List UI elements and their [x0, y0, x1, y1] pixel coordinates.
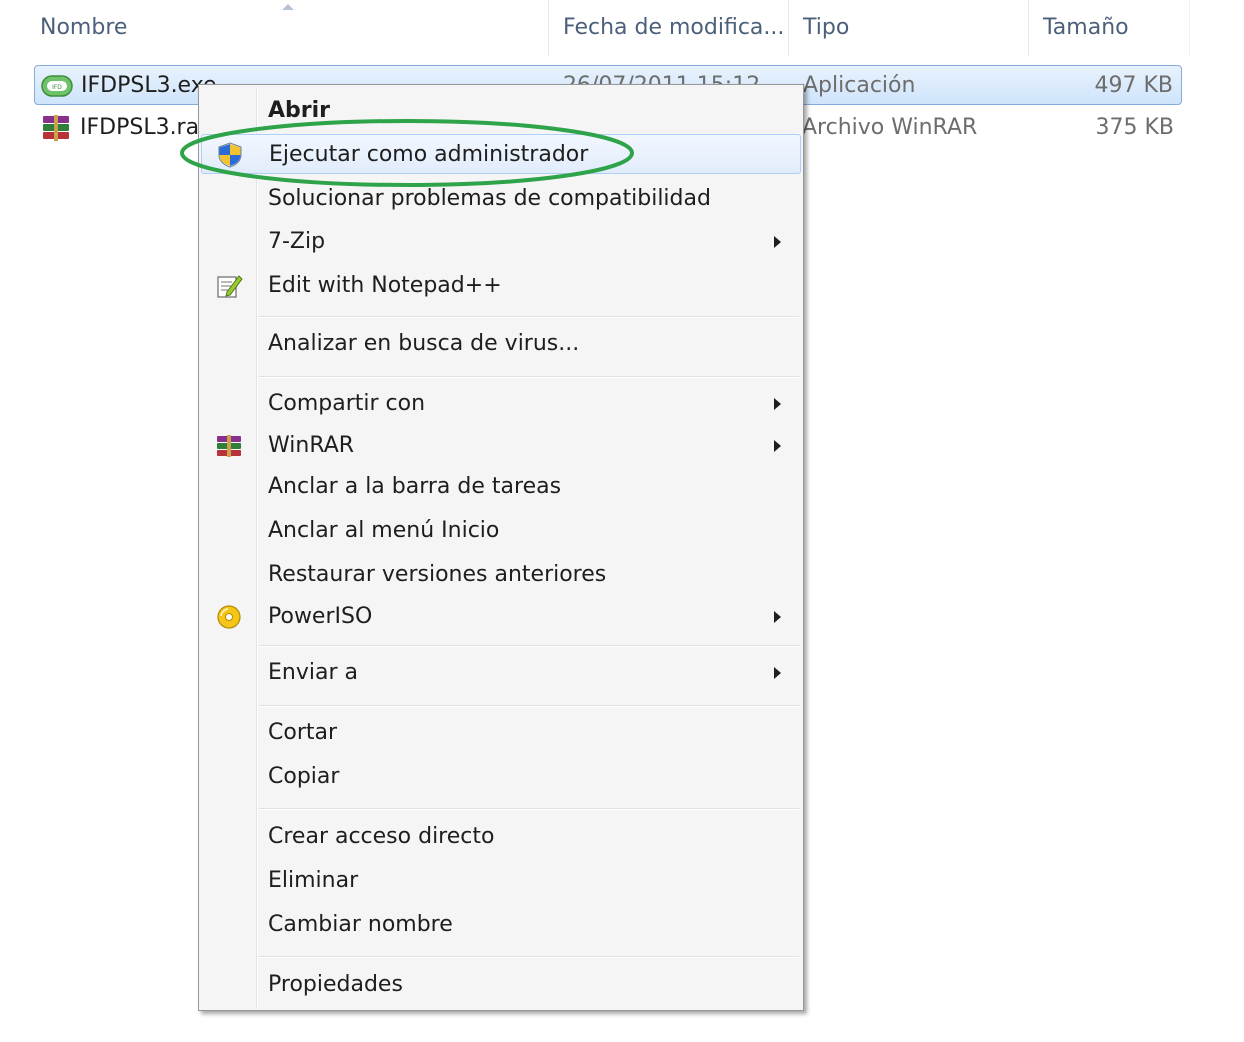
- menu-item-label: Cambiar nombre: [268, 912, 453, 937]
- menu-item-abrir[interactable]: Abrir: [201, 91, 801, 131]
- menu-item-label: PowerISO: [268, 604, 373, 629]
- menu-item-label: Anclar al menú Inicio: [268, 518, 500, 543]
- menu-item-7zip[interactable]: 7-Zip: [201, 222, 801, 262]
- context-menu: Abrir Ejecutar como administrador Soluci…: [198, 84, 804, 1011]
- column-date-header[interactable]: Fecha de modifica...: [549, 0, 789, 56]
- menu-item-label: Edit with Notepad++: [268, 273, 502, 298]
- menu-item-label: Anclar a la barra de tareas: [268, 474, 562, 499]
- file-name: IFDPSL3.rar: [80, 115, 209, 140]
- menu-item-solucionar-problemas[interactable]: Solucionar problemas de compatibilidad: [201, 179, 801, 219]
- menu-item-restaurar-versiones[interactable]: Restaurar versiones anteriores: [201, 555, 801, 595]
- menu-item-label: 7-Zip: [268, 229, 326, 254]
- poweriso-icon: [217, 605, 241, 629]
- menu-item-label: Cortar: [268, 720, 338, 745]
- file-size: 497 KB: [1094, 73, 1173, 98]
- menu-separator: [259, 705, 799, 707]
- menu-item-eliminar[interactable]: Eliminar: [201, 861, 801, 901]
- svg-text:IFD: IFD: [52, 84, 62, 91]
- menu-item-label: WinRAR: [268, 433, 355, 458]
- menu-item-label: Crear acceso directo: [268, 824, 495, 849]
- file-type: Aplicación: [803, 73, 916, 98]
- submenu-arrow-icon: [774, 440, 781, 452]
- menu-item-cambiar-nombre[interactable]: Cambiar nombre: [201, 905, 801, 945]
- winrar-icon: [217, 435, 241, 457]
- column-name-header[interactable]: Nombre: [26, 0, 549, 56]
- menu-item-label: Abrir: [268, 98, 331, 123]
- column-size-header[interactable]: Tamaño: [1029, 0, 1190, 56]
- menu-item-label: Compartir con: [268, 391, 426, 416]
- file-type: Archivo WinRAR: [802, 115, 978, 140]
- menu-item-compartir-con[interactable]: Compartir con: [201, 384, 801, 424]
- menu-separator: [259, 316, 799, 318]
- menu-item-cortar[interactable]: Cortar: [201, 713, 801, 753]
- menu-item-copiar[interactable]: Copiar: [201, 757, 801, 797]
- menu-item-winrar[interactable]: WinRAR: [201, 426, 801, 466]
- file-name: IFDPSL3.exe: [81, 73, 217, 98]
- menu-item-label: Restaurar versiones anteriores: [268, 562, 607, 587]
- menu-item-label: Enviar a: [268, 660, 358, 685]
- submenu-arrow-icon: [774, 611, 781, 623]
- menu-item-label: Solucionar problemas de compatibilidad: [268, 186, 711, 211]
- menu-item-anclar-menu-inicio[interactable]: Anclar al menú Inicio: [201, 511, 801, 551]
- menu-item-propiedades[interactable]: Propiedades: [201, 965, 801, 1005]
- uac-shield-icon: [218, 142, 242, 168]
- menu-item-label: Eliminar: [268, 868, 359, 893]
- menu-item-label: Copiar: [268, 764, 340, 789]
- menu-item-label: Ejecutar como administrador: [269, 142, 589, 167]
- menu-item-anclar-barra-tareas[interactable]: Anclar a la barra de tareas: [201, 467, 801, 507]
- menu-separator: [259, 808, 799, 810]
- menu-item-ejecutar-como-administrador[interactable]: Ejecutar como administrador: [201, 134, 801, 174]
- submenu-arrow-icon: [774, 398, 781, 410]
- notepad-plus-plus-icon: [217, 275, 243, 298]
- submenu-arrow-icon: [774, 667, 781, 679]
- menu-separator: [259, 956, 799, 958]
- app-exe-icon: IFD: [41, 75, 73, 97]
- menu-item-enviar-a[interactable]: Enviar a: [201, 653, 801, 693]
- menu-separator: [259, 376, 799, 378]
- menu-item-analizar-virus[interactable]: Analizar en busca de virus...: [201, 324, 801, 364]
- menu-item-label: Analizar en busca de virus...: [268, 331, 580, 356]
- column-header: Nombre Fecha de modifica... Tipo Tamaño: [0, 0, 1190, 56]
- menu-item-edit-notepad[interactable]: Edit with Notepad++: [201, 266, 801, 306]
- winrar-archive-icon: [43, 115, 69, 141]
- menu-item-label: Propiedades: [268, 972, 403, 997]
- menu-item-crear-acceso-directo[interactable]: Crear acceso directo: [201, 817, 801, 857]
- column-type-header[interactable]: Tipo: [789, 0, 1029, 56]
- file-size: 375 KB: [1095, 115, 1174, 140]
- submenu-arrow-icon: [774, 236, 781, 248]
- menu-separator: [259, 645, 799, 647]
- menu-item-poweriso[interactable]: PowerISO: [201, 597, 801, 637]
